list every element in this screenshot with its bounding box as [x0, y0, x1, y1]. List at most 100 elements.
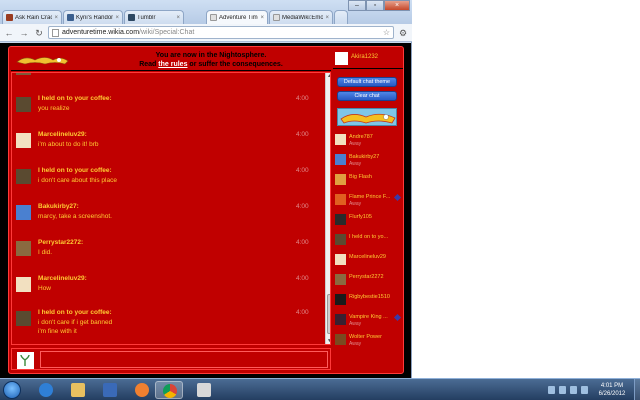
tab-label: Adventure Time: [219, 14, 259, 21]
scroll-thumb[interactable]: [327, 294, 330, 334]
message-time: 4:00: [296, 275, 309, 282]
tab-ask-rain[interactable]: Ask Rain Crack ×: [2, 10, 62, 24]
message-list[interactable]: ... I held on to your coffee: you realiz…: [11, 72, 331, 345]
media-player-icon: [135, 383, 149, 397]
current-user[interactable]: Akira1232: [333, 49, 403, 69]
clock-time: 4:01 PM: [600, 383, 624, 389]
clear-chat-button[interactable]: Clear chat: [337, 91, 397, 101]
address-bar[interactable]: adventuretime.wikia.com/wiki/Special:Cha…: [48, 26, 394, 39]
message-scrollbar[interactable]: ▲ ▼: [325, 73, 330, 344]
bluetooth-icon[interactable]: [548, 386, 555, 394]
taskbar-media-player[interactable]: [128, 381, 156, 399]
user-list-item[interactable]: Flurfy105: [333, 213, 403, 231]
minimize-icon[interactable]: –: [348, 0, 366, 11]
tab-tumblr[interactable]: Tumblr ×: [124, 10, 184, 24]
avatar: [335, 254, 346, 265]
message-text: I did.: [38, 249, 53, 256]
chat-message: Perrystar2272: I did. 4:00: [12, 239, 322, 269]
taskbar-ie[interactable]: [32, 381, 60, 399]
user-list-item[interactable]: Andre787 Away: [333, 133, 403, 151]
chat-message: Bakukirby27: marcy, take a screenshot. 4…: [12, 203, 322, 233]
new-tab-button[interactable]: [334, 10, 348, 24]
avatar: [16, 97, 31, 112]
user-list-item[interactable]: Flame Prince F... Away: [333, 193, 403, 211]
avatar: [335, 334, 346, 345]
tab-mediawiki[interactable]: MediaWiki:Emo ×: [269, 10, 333, 24]
clock[interactable]: 4:01 PM 6/26/2012: [592, 382, 632, 398]
avatar: [16, 277, 31, 292]
message-text: you realize: [38, 105, 70, 112]
plant-avatar-icon: [20, 354, 30, 366]
scroll-down-icon[interactable]: ▼: [326, 338, 330, 344]
maximize-icon[interactable]: ▫: [366, 0, 384, 11]
system-tray: 4:01 PM 6/26/2012: [540, 379, 640, 400]
avatar: [16, 241, 31, 256]
avatar: [16, 311, 31, 326]
avatar: [16, 133, 31, 148]
user-list-item[interactable]: Perrystar2272: [333, 273, 403, 291]
message-author: I held on to your coffee:: [38, 167, 112, 174]
bookmark-star-icon[interactable]: ☆: [383, 28, 390, 37]
avatar: [335, 134, 346, 145]
tab-close-icon[interactable]: ×: [54, 15, 58, 21]
chat-message: Marcelineluv29: i'm about to do it! brb …: [12, 131, 322, 161]
reload-icon[interactable]: ↻: [33, 27, 45, 39]
tumblr-favicon-icon: [128, 14, 135, 21]
tumblr-favicon-icon: [67, 14, 74, 21]
avatar: [17, 352, 34, 369]
tab-close-icon[interactable]: ×: [115, 15, 119, 21]
close-window-icon[interactable]: ×: [384, 0, 410, 11]
tab-kyni[interactable]: Kyni's Random ×: [63, 10, 123, 24]
avatar: [335, 194, 346, 205]
message-time: 4:00: [296, 95, 309, 102]
chat-announcement: You are now in the Nightosphere. Read th…: [91, 51, 331, 69]
avatar: [16, 73, 31, 75]
user-list-item[interactable]: Marcelineluv29: [333, 253, 403, 271]
browser-window: Ask Rain Crack × Kyni's Random × Tumblr …: [0, 0, 412, 378]
user-list-item[interactable]: Wolter Power Away: [333, 333, 403, 351]
show-desktop-button[interactable]: [634, 379, 640, 400]
chat-input-row: [11, 348, 331, 370]
folder-icon: [71, 383, 85, 397]
user-list-item[interactable]: Vampire King ... Away: [333, 313, 403, 331]
forward-icon[interactable]: →: [18, 27, 30, 39]
avatar: [16, 169, 31, 184]
back-icon[interactable]: ←: [3, 27, 15, 39]
user-list-item[interactable]: Bakukirby27 Away: [333, 153, 403, 171]
avatar: [335, 274, 346, 285]
adventure-time-banner: [337, 108, 397, 126]
page-icon: [52, 28, 59, 37]
tab-label: Tumblr: [137, 14, 156, 21]
wrench-menu-icon[interactable]: ⚙: [397, 27, 409, 39]
message-text: i'm fine with it: [38, 328, 77, 335]
avatar: [335, 174, 346, 185]
chat-message: I held on to your coffee: you realize 4:…: [12, 95, 322, 125]
message-time: 4:00: [296, 239, 309, 246]
window-controls: – ▫ ×: [348, 0, 410, 11]
taskbar-media[interactable]: [96, 381, 124, 399]
rules-link[interactable]: the rules: [158, 61, 187, 68]
network-icon[interactable]: [570, 386, 577, 394]
chat-message-input[interactable]: [40, 351, 328, 368]
taskbar-explorer[interactable]: [64, 381, 92, 399]
taskbar-paint[interactable]: [190, 381, 218, 399]
tab-strip: Ask Rain Crack × Kyni's Random × Tumblr …: [0, 0, 412, 24]
chat-message: Marcelineluv29: How 4:00: [12, 275, 322, 305]
scroll-up-icon[interactable]: ▲: [326, 73, 330, 81]
message-author: I held on to your coffee:: [38, 95, 112, 102]
user-list-item[interactable]: I held on to yo...: [333, 233, 403, 251]
taskbar-chrome[interactable]: [155, 381, 183, 399]
tab-adventure-time[interactable]: Adventure Time ×: [206, 10, 268, 24]
tab-close-icon[interactable]: ×: [260, 15, 264, 21]
user-list-item[interactable]: Big Flash: [333, 173, 403, 191]
volume-icon[interactable]: [581, 386, 588, 394]
default-chat-theme-button[interactable]: Default chat theme: [337, 77, 397, 87]
tab-close-icon[interactable]: ×: [176, 15, 180, 21]
start-button[interactable]: [3, 381, 21, 399]
tab-close-icon[interactable]: ×: [325, 15, 329, 21]
message-author: Perrystar2272:: [38, 239, 84, 246]
message-text: i'm about to do it! brb: [38, 141, 99, 148]
user-list-item[interactable]: Rigbybestie1510: [333, 293, 403, 311]
show-hidden-icons-icon[interactable]: [559, 386, 566, 394]
message-time: 4:00: [296, 203, 309, 210]
